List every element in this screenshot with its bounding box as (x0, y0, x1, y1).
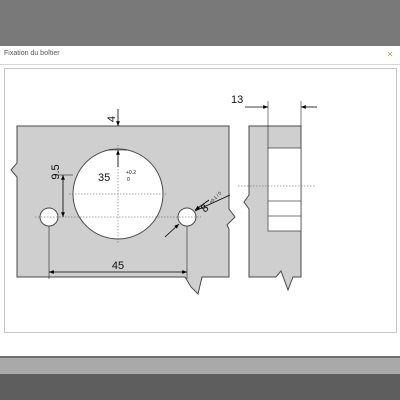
side-view: 13 (231, 94, 317, 292)
pin-hole-right (177, 207, 197, 227)
dim-top-offset-label: 4 (106, 116, 118, 122)
backdrop-bottom-strip (0, 358, 400, 374)
dim-bore-diameter-label: 35 (98, 172, 110, 184)
front-view: 4 9.5 35 +0.2 0 8 +0.1 / 0 45 (10, 109, 236, 295)
dialog-title: Fixation du boîtier (4, 50, 60, 57)
pin-hole-left (39, 207, 59, 227)
title-separator (0, 64, 400, 65)
backdrop-top (0, 0, 400, 46)
technical-drawing: 4 9.5 35 +0.2 0 8 +0.1 / 0 45 13 (10, 94, 317, 295)
dialog-titlebar: Fixation du boîtier × (0, 46, 400, 64)
dim-depth-label: 13 (231, 94, 243, 106)
drawing-panel: 4 9.5 35 +0.2 0 8 +0.1 / 0 45 13 (4, 68, 397, 333)
side-recess (267, 147, 302, 232)
drawing-dialog: Fixation du boîtier × 4 9.5 35 +0.2 0 8 … (0, 46, 400, 356)
dim-pin-spacing-label: 45 (112, 260, 124, 272)
dim-bore-tol-plus: +0.2 (126, 170, 136, 176)
close-button[interactable]: × (383, 47, 397, 61)
backdrop-bottom (0, 374, 400, 400)
dim-bore-tol-minus: 0 (127, 177, 130, 183)
dim-hole-height-label: 9.5 (50, 164, 62, 179)
